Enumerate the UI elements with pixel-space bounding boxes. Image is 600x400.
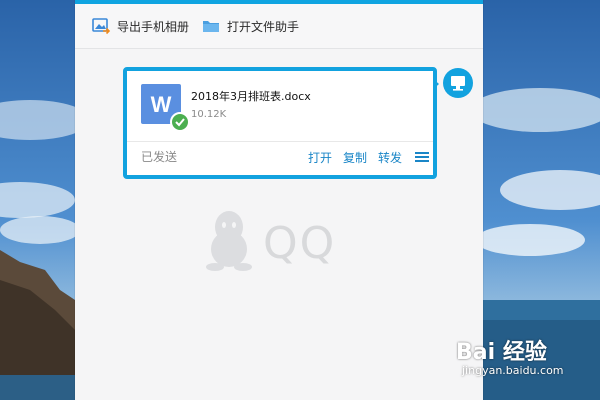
chat-toolbar: 导出手机相册 打开文件助手 bbox=[75, 4, 483, 49]
baidu-jingyan-watermark: Bai 经验 jingyan.baidu.com bbox=[456, 334, 564, 377]
open-file-link[interactable]: 打开 bbox=[308, 149, 332, 166]
file-actions: 打开 复制 转发 bbox=[308, 148, 433, 167]
computer-monitor-icon bbox=[451, 76, 465, 91]
penguin-icon bbox=[205, 209, 253, 277]
qq-watermark-text: QQ bbox=[263, 217, 337, 269]
sender-device-avatar[interactable] bbox=[443, 68, 473, 98]
export-phone-album-label: 导出手机相册 bbox=[117, 19, 190, 34]
baidu-logo: Bai 经验 bbox=[456, 340, 547, 365]
picture-export-icon bbox=[91, 16, 111, 36]
check-icon bbox=[170, 112, 190, 132]
folder-icon bbox=[201, 16, 221, 36]
file-name[interactable]: 2018年3月排班表.docx bbox=[191, 88, 311, 104]
file-type-letter: W bbox=[151, 92, 172, 117]
open-file-helper-button[interactable]: 打开文件助手 bbox=[201, 16, 299, 36]
sent-status: 已发送 bbox=[141, 150, 178, 164]
open-file-helper-label: 打开文件助手 bbox=[227, 19, 300, 34]
qq-watermark: QQ bbox=[205, 209, 336, 277]
copy-file-link[interactable]: 复制 bbox=[343, 149, 367, 166]
forward-file-link[interactable]: 转发 bbox=[378, 149, 402, 166]
export-phone-album-button[interactable]: 导出手机相册 bbox=[91, 16, 189, 36]
bubble-divider bbox=[127, 141, 433, 142]
baidu-url: jingyan.baidu.com bbox=[462, 364, 564, 377]
file-message-bubble[interactable]: W 2018年3月排班表.docx 10.12K 已发送 打开 复制 转发 bbox=[123, 67, 437, 179]
hamburger-menu-icon[interactable] bbox=[415, 148, 429, 167]
qq-chat-window: 导出手机相册 打开文件助手 QQ W 2018年3月排班表.docx 10.12… bbox=[75, 0, 483, 400]
chat-message-area: QQ W 2018年3月排班表.docx 10.12K 已发送 打开 复制 转发 bbox=[75, 49, 483, 400]
file-size: 10.12K bbox=[191, 109, 227, 120]
